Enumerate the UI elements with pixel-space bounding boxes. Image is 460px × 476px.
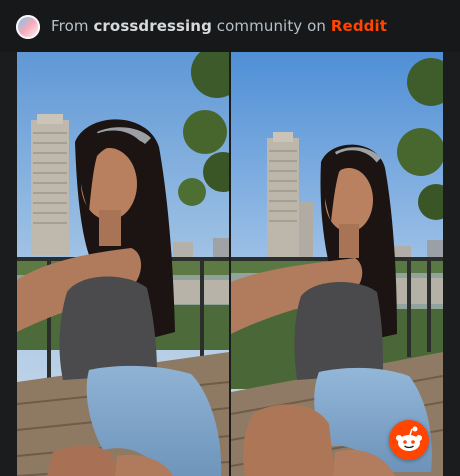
embed-prefix: From xyxy=(51,17,94,35)
community-name-link[interactable]: crossdressing xyxy=(93,17,211,35)
photo-gallery[interactable] xyxy=(17,52,443,476)
embed-header[interactable]: From crossdressing community on Reddit xyxy=(0,0,460,52)
reddit-alien-icon[interactable] xyxy=(389,420,429,460)
reddit-embed-card: From crossdressing community on Reddit xyxy=(0,0,460,476)
embed-middle: community on xyxy=(211,17,331,35)
photo-right[interactable] xyxy=(231,52,443,476)
reddit-link[interactable]: Reddit xyxy=(331,17,387,35)
photo-left[interactable] xyxy=(17,52,229,476)
community-icon[interactable] xyxy=(16,15,40,39)
embed-source-text: From crossdressing community on Reddit xyxy=(51,17,387,35)
